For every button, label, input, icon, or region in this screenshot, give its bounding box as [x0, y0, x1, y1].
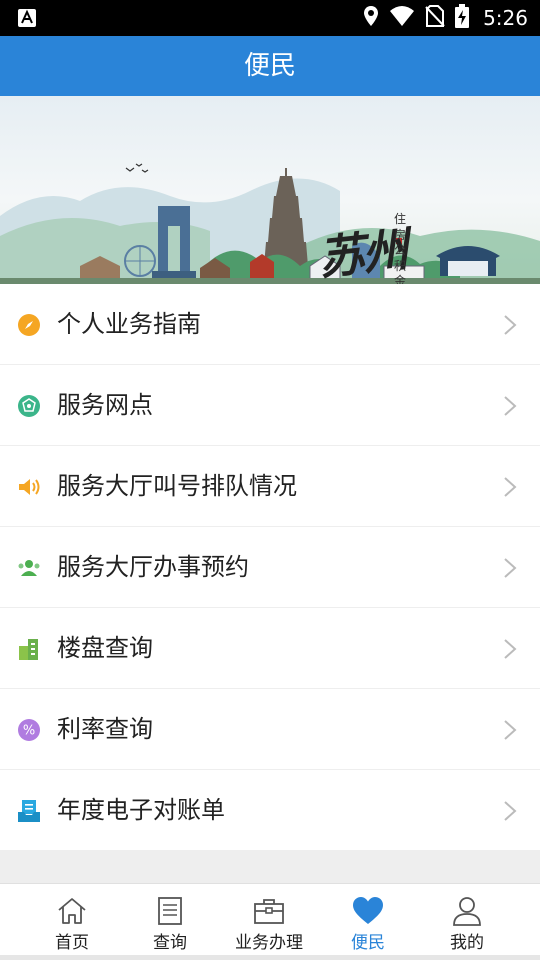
wifi-icon [389, 5, 415, 31]
status-time: 5:26 [483, 6, 528, 30]
no-sim-icon [425, 5, 445, 31]
bottom-navigation: 首页 查询 业务办理 便民 我的 [0, 883, 540, 955]
nav-label: 便民 [351, 933, 385, 953]
menu-item-service-outlets[interactable]: 服务网点 [0, 365, 540, 445]
menu-item-rate-search[interactable]: % 利率查询 [0, 689, 540, 769]
chevron-right-icon [500, 314, 520, 336]
menu-item-annual-statement[interactable]: 年度电子对账单 [0, 770, 540, 850]
percent-icon: % [17, 718, 41, 742]
bottom-strip [0, 955, 540, 960]
chevron-right-icon [500, 557, 520, 579]
menu-item-label: 服务网点 [57, 391, 153, 419]
menu-item-label: 利率查询 [57, 715, 153, 743]
network-icon [17, 394, 41, 418]
speaker-icon [17, 475, 41, 499]
location-icon [363, 5, 379, 31]
banner-image[interactable]: 苏州 住房公积金管理中心 [0, 96, 540, 284]
menu-item-property-search[interactable]: 楼盘查询 [0, 608, 540, 688]
building-icon [17, 637, 41, 661]
briefcase-icon [253, 895, 285, 927]
chevron-right-icon [500, 719, 520, 741]
nav-convenience[interactable]: 便民 [318, 884, 418, 956]
nav-label: 首页 [55, 933, 89, 953]
chevron-right-icon [500, 395, 520, 417]
heart-icon [352, 895, 384, 927]
chevron-right-icon [500, 638, 520, 660]
menu-item-label: 年度电子对账单 [57, 796, 225, 824]
nav-business[interactable]: 业务办理 [219, 884, 319, 956]
banner-illustration [0, 163, 540, 284]
statement-icon [17, 799, 41, 823]
chevron-right-icon [500, 800, 520, 822]
status-bar: 5:26 [0, 0, 540, 36]
nav-query[interactable]: 查询 [120, 884, 220, 956]
menu-item-appointment[interactable]: 服务大厅办事预约 [0, 527, 540, 607]
nav-label: 我的 [450, 933, 484, 953]
menu-item-label: 楼盘查询 [57, 634, 153, 662]
people-icon [17, 556, 41, 580]
menu-item-queue-status[interactable]: 服务大厅叫号排队情况 [0, 446, 540, 526]
banner-subtitle: 住房公积金管理中心 [394, 212, 407, 284]
compass-icon [17, 313, 41, 337]
nav-label: 查询 [153, 933, 187, 953]
document-icon [154, 895, 186, 927]
service-menu-list: 个人业务指南 服务网点 服务大厅叫号排队情况 服务大厅办事预约 楼盘查询 % 利… [0, 284, 540, 851]
user-icon [451, 895, 483, 927]
menu-item-personal-guide[interactable]: 个人业务指南 [0, 284, 540, 364]
menu-item-label: 个人业务指南 [57, 310, 201, 338]
battery-charging-icon [455, 4, 470, 32]
font-a-icon [18, 9, 36, 27]
menu-item-label: 服务大厅叫号排队情况 [57, 472, 297, 500]
menu-item-label: 服务大厅办事预约 [57, 553, 249, 581]
nav-label: 业务办理 [235, 933, 303, 953]
page-title: 便民 [0, 36, 540, 96]
chevron-right-icon [500, 476, 520, 498]
home-icon [56, 895, 88, 927]
svg-text:%: % [23, 724, 35, 739]
nav-home[interactable]: 首页 [22, 884, 122, 956]
nav-mine[interactable]: 我的 [417, 884, 517, 956]
